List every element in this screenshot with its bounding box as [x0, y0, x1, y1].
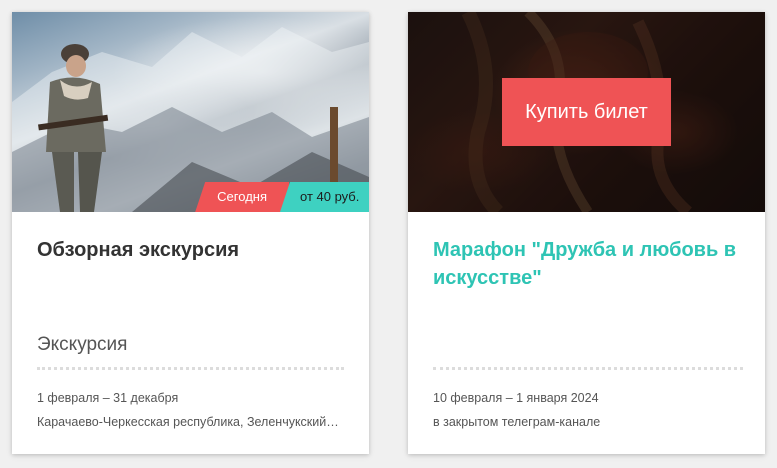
event-dates: 1 февраля – 31 декабря [37, 391, 179, 405]
event-location: Карачаево-Черкесская республика, Зеленчу… [37, 415, 342, 429]
event-image-painting[interactable]: Купить билет [408, 12, 765, 212]
card-body: Марафон "Дружба и любовь в искусстве" 10… [408, 212, 765, 454]
today-badge: Сегодня [195, 182, 289, 212]
dotted-divider [37, 367, 344, 370]
event-category: Экскурсия [37, 334, 128, 355]
card-body: Обзорная экскурсия Экскурсия 1 февраля –… [12, 212, 369, 454]
buy-ticket-button[interactable]: Купить билет [502, 78, 671, 146]
event-title[interactable]: Обзорная экскурсия [37, 236, 344, 264]
event-image-mountain-diorama[interactable]: Сегодня от 40 руб. [12, 12, 369, 212]
price-badge: от 40 руб. [280, 182, 369, 212]
dotted-divider [433, 367, 743, 370]
soldier-figure-illustration [38, 44, 109, 212]
event-title-link[interactable]: Марафон "Дружба и любовь в искусстве" [433, 236, 740, 292]
event-location: в закрытом телеграм-канале [433, 415, 601, 429]
event-card-marathon[interactable]: Купить билет Марафон "Дружба и любовь в … [408, 12, 765, 454]
event-dates: 10 февраля – 1 января 2024 [433, 391, 599, 405]
event-card-excursion[interactable]: Сегодня от 40 руб. Обзорная экскурсия Эк… [12, 12, 369, 454]
